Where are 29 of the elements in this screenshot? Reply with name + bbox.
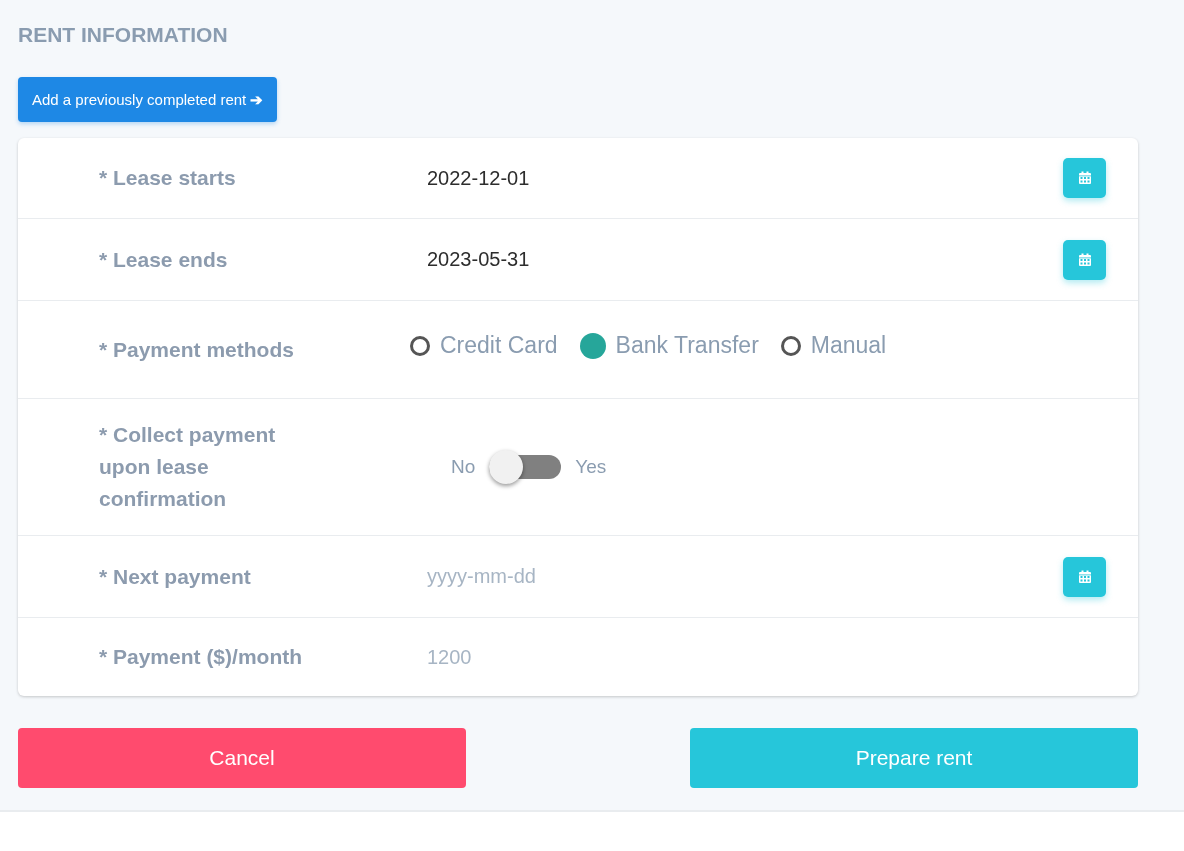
- toggle-switch[interactable]: [489, 450, 562, 484]
- section-title: RENT INFORMATION: [18, 22, 229, 48]
- radio-label[interactable]: Credit Card: [440, 332, 558, 359]
- radio-label[interactable]: Bank Transfer: [615, 332, 759, 359]
- field-label: * Collect payment upon lease confirmation: [99, 422, 277, 512]
- field-label: * Next payment: [99, 563, 252, 590]
- cancel-button[interactable]: Cancel: [18, 728, 466, 788]
- calendar-button[interactable]: [1063, 158, 1106, 198]
- calendar-icon: [1077, 171, 1092, 185]
- calendar-button[interactable]: [1063, 556, 1106, 597]
- field-label: * Payment ($)/month: [99, 644, 304, 670]
- calendar-button[interactable]: [1063, 239, 1106, 280]
- radio-button[interactable]: [579, 332, 606, 359]
- radio-button[interactable]: [780, 335, 801, 356]
- radio-button[interactable]: [410, 335, 430, 356]
- toggle-off-label: No: [451, 456, 476, 478]
- field-label: * Lease ends: [99, 246, 229, 273]
- radio-label[interactable]: Manual: [810, 332, 887, 359]
- field-label: * Payment methods: [99, 336, 295, 363]
- date-field[interactable]: 2023-05-31: [427, 248, 727, 271]
- date-field[interactable]: 2022-12-01: [427, 166, 727, 190]
- toggle-on-label: Yes: [575, 456, 607, 478]
- calendar-icon: [1077, 569, 1092, 584]
- add-rent-button[interactable]: Add a previously completed rent ➔: [18, 77, 278, 122]
- input-field[interactable]: 1200: [427, 645, 727, 669]
- calendar-icon: [1077, 252, 1092, 267]
- field-label: * Lease starts: [99, 165, 237, 191]
- date-field[interactable]: yyyy-mm-dd: [427, 565, 727, 588]
- submit-button[interactable]: Prepare rent: [690, 728, 1138, 788]
